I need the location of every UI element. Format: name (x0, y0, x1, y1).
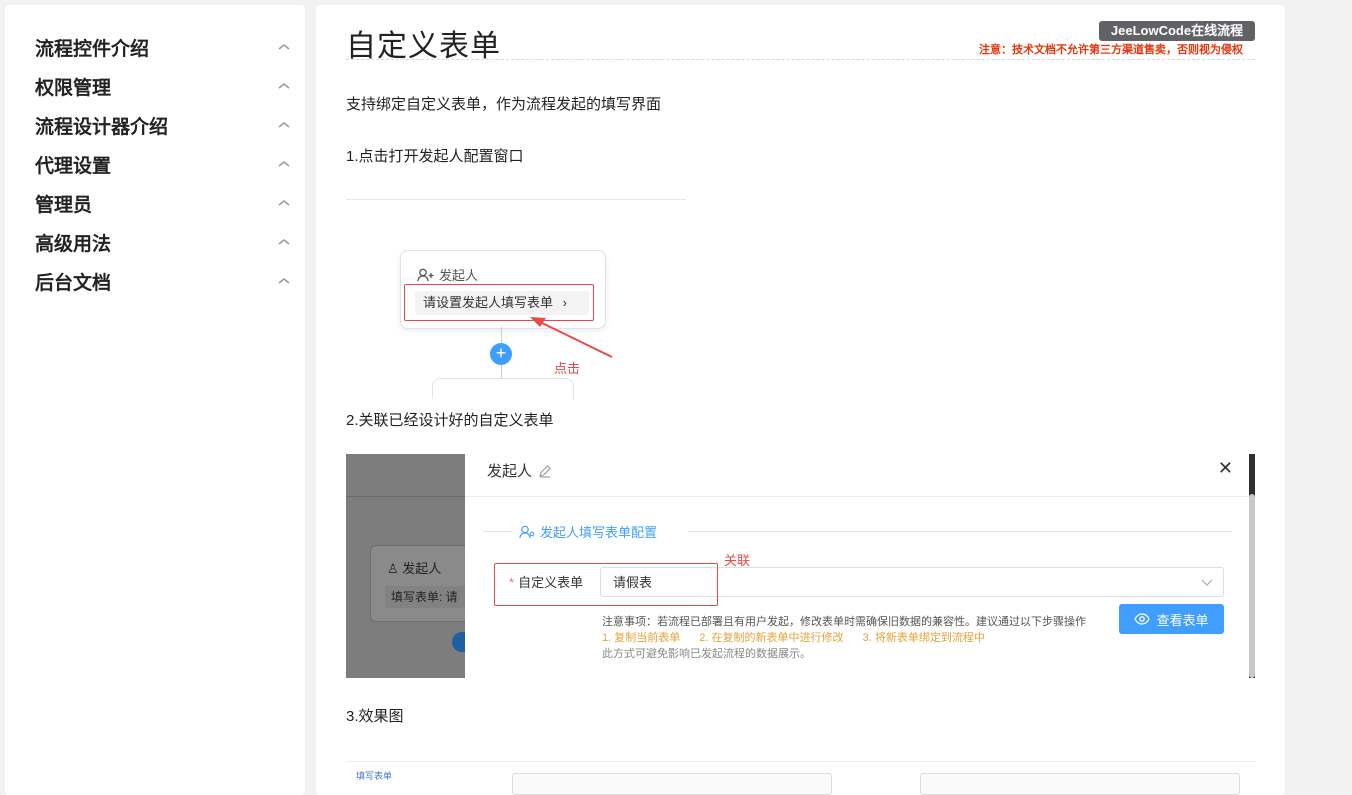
close-icon[interactable]: ✕ (1218, 458, 1233, 479)
product-badge: JeeLowCode在线流程 (1099, 21, 1255, 41)
arrow-annotation-icon (530, 317, 613, 358)
preview-form-field (920, 773, 1240, 795)
chevron-up-icon (278, 239, 290, 245)
chevron-up-icon (278, 44, 290, 50)
notice-line: 注意事项：若流程已部署且有用户发起，修改表单时需确保旧数据的兼容性。建议通过以下… (602, 616, 1086, 628)
sidebar-item-permissions[interactable]: 权限管理 (35, 71, 291, 101)
sidebar-item-label: 后台文档 (35, 272, 112, 294)
connector-line (501, 365, 502, 379)
highlight-box (494, 563, 718, 606)
intro-text: 支持绑定自定义表单，作为流程发起的填写界面 (346, 96, 662, 113)
user-add-icon: ♙ (387, 561, 399, 576)
notice-steps: 1. 复制当前表单 2. 在复制的新表单中进行修改 3. 将新表单绑定到流程中 (602, 630, 1086, 646)
sidebar-item-proxy[interactable]: 代理设置 (35, 149, 291, 179)
sidebar: 流程控件介绍 权限管理 流程设计器介绍 代理设置 管理员 高级用法 后台文档 (5, 5, 305, 795)
user-add-icon (417, 268, 434, 281)
chevron-up-icon (278, 122, 290, 128)
connector-line (501, 327, 502, 343)
node-header: 发起人 (417, 265, 478, 284)
notice-step: 1. 复制当前表单 (602, 632, 681, 644)
notice-text: 注意事项：若流程已部署且有用户发起，修改表单时需确保旧数据的兼容性。建议通过以下… (602, 614, 1086, 662)
sidebar-item-label: 权限管理 (35, 77, 112, 99)
add-node-button (452, 632, 466, 652)
dialog-screenshot: ♙ 发起人 填写表单: 请 发起人 ✕ 发起人填写表单配置 * 自定义表单 请假… (346, 454, 1255, 678)
divider (346, 761, 1255, 762)
section-title: 发起人填写表单配置 (519, 522, 657, 541)
chevron-down-icon (1201, 579, 1213, 586)
dialog-title: 发起人 (487, 460, 552, 481)
section-title-text: 发起人填写表单配置 (540, 525, 658, 540)
divider (346, 496, 465, 497)
sidebar-item-label: 流程设计器介绍 (35, 116, 169, 138)
main-content: 自定义表单 JeeLowCode在线流程 注意：技术文档不允许第三方渠道售卖，否… (316, 5, 1285, 795)
link-annotation: 关联 (724, 553, 751, 568)
sidebar-item-label: 代理设置 (35, 155, 112, 177)
dialog-title-text: 发起人 (487, 463, 533, 480)
sidebar-item-label: 高级用法 (35, 233, 112, 255)
chevron-up-icon (278, 200, 290, 206)
scrollbar-thumb[interactable] (1249, 494, 1255, 678)
step1-text: 1.点击打开发起人配置窗口 (346, 148, 524, 165)
sidebar-item-advanced[interactable]: 高级用法 (35, 227, 291, 257)
divider (483, 531, 513, 532)
notice-step: 3. 将新表单绑定到流程中 (862, 632, 985, 644)
title-divider (346, 59, 1255, 60)
sidebar-item-label: 管理员 (35, 194, 93, 216)
step2-text: 2.关联已经设计好的自定义表单 (346, 412, 554, 429)
chevron-up-icon (278, 278, 290, 284)
sidebar-item-admin[interactable]: 管理员 (35, 188, 291, 218)
step3-text: 3.效果图 (346, 708, 404, 725)
chevron-up-icon (278, 83, 290, 89)
sidebar-item-flow-controls[interactable]: 流程控件介绍 (35, 32, 291, 62)
notice-line: 此方式可避免影响已发起流程的数据展示。 (602, 648, 811, 660)
preview-form-label: 填写表单 (356, 771, 393, 781)
edit-icon[interactable] (538, 464, 552, 478)
node-title: ♙ 发起人 (387, 558, 441, 577)
initiator-dialog: 发起人 ✕ 发起人填写表单配置 * 自定义表单 请假表 关联 注意事项：若流程已… (465, 454, 1249, 678)
sidebar-item-backend-docs[interactable]: 后台文档 (35, 266, 291, 296)
notice-step: 2. 在复制的新表单中进行修改 (699, 632, 844, 644)
chevron-up-icon (278, 161, 290, 167)
node-title-text: 发起人 (402, 561, 442, 576)
user-config-icon (519, 525, 535, 538)
divider (346, 199, 686, 200)
view-form-button[interactable]: 查看表单 (1119, 604, 1224, 634)
node-title: 发起人 (439, 268, 479, 283)
click-annotation: 点击 (554, 361, 581, 376)
view-form-label: 查看表单 (1156, 612, 1209, 628)
preview-form-field (512, 773, 832, 795)
add-node-button[interactable]: + (490, 343, 512, 365)
copyright-notice: 注意：技术文档不允许第三方渠道售卖，否则视为侵权 (979, 44, 1243, 56)
divider (688, 531, 1232, 532)
sidebar-item-designer[interactable]: 流程设计器介绍 (35, 110, 291, 140)
next-node-card (432, 378, 574, 399)
sidebar-item-label: 流程控件介绍 (35, 38, 150, 60)
dialog-header-divider (465, 496, 1249, 497)
eye-icon (1134, 613, 1151, 625)
